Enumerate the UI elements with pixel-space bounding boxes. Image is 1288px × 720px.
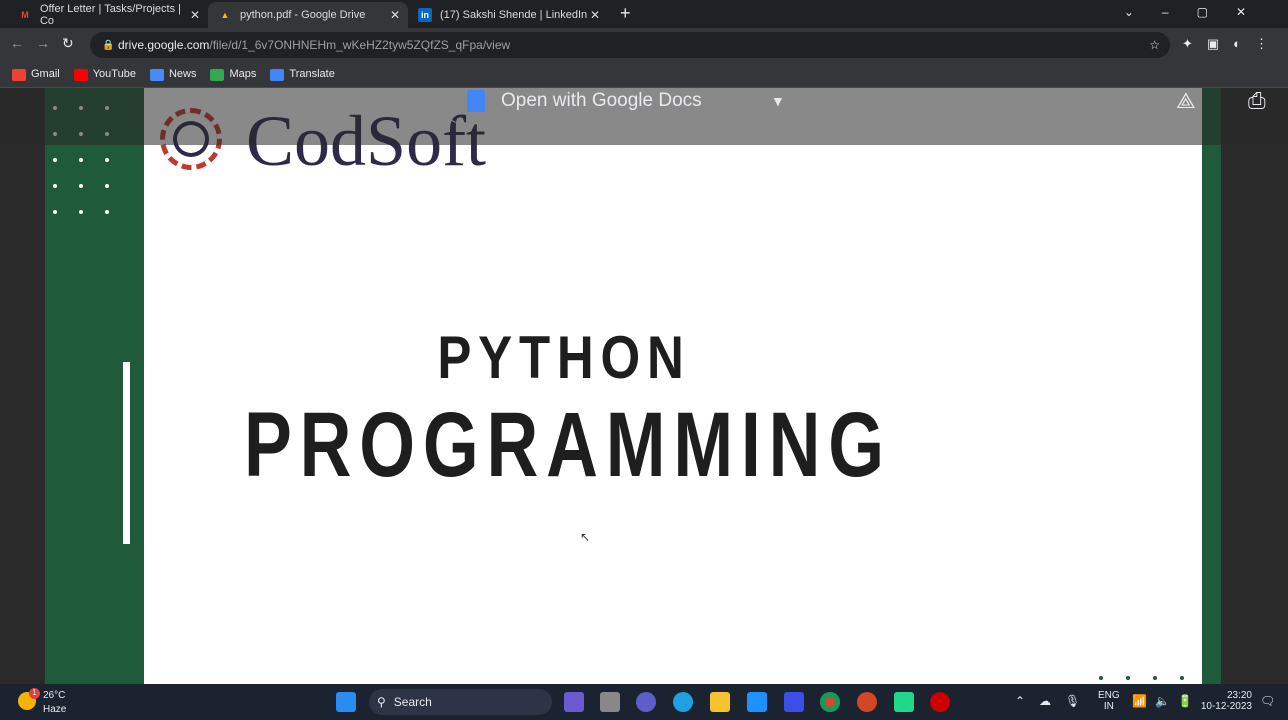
url-host: drive.google.com xyxy=(118,38,210,52)
viewer-toolbar: Open with Google Docs ▼ ⟁ ⎙ xyxy=(0,88,1288,145)
clock[interactable]: 23:20 10-12-2023 xyxy=(1200,690,1252,712)
pdf-viewer: CodSoft PYTHON PROGRAMMING Open with Goo… xyxy=(0,88,1288,684)
search-icon: ⚲ xyxy=(377,695,386,709)
task-view-icon[interactable] xyxy=(600,692,620,712)
address-bar-row: ←→↻ 🔒 drive.google.com/file/d/1_6v7ONHNEH… xyxy=(0,28,1288,62)
tab-drive[interactable]: ▲ python.pdf - Google Drive ✕ xyxy=(208,2,408,28)
weather-badge: 1 xyxy=(29,688,40,699)
window-controls[interactable]: ⌄–▢✕ xyxy=(1124,5,1274,19)
url-path: /file/d/1_6v7ONHNEHm_wKeHZ2tyw5ZQfZS_qFp… xyxy=(209,38,511,52)
tray-icons[interactable]: ⌃☁🎙 xyxy=(1015,694,1094,708)
linkedin-icon: in xyxy=(418,8,432,22)
open-with-label: Open with Google Docs xyxy=(501,90,702,111)
powerpoint-icon[interactable] xyxy=(857,692,877,712)
tab-label: python.pdf - Google Drive xyxy=(240,9,366,21)
file-explorer-icon[interactable] xyxy=(710,692,730,712)
bookmark-maps[interactable]: Maps xyxy=(210,68,256,81)
bookmark-gmail[interactable]: Gmail xyxy=(12,68,60,81)
taskbar: 1 26°C Haze ⚲ Search ⌃☁🎙 ENG IN 📶🔈🔋 23:20 1… xyxy=(0,684,1288,720)
recorder-icon[interactable] xyxy=(930,692,950,712)
tab-label: Offer Letter | Tasks/Projects | Co xyxy=(39,3,182,27)
pycharm-icon[interactable] xyxy=(894,692,914,712)
start-icon[interactable] xyxy=(336,692,356,712)
docs-icon xyxy=(467,90,485,112)
close-icon[interactable]: ✕ xyxy=(190,8,200,22)
lock-icon: 🔒 xyxy=(102,39,115,51)
bookmark-youtube[interactable]: YouTube xyxy=(73,68,136,81)
print-icon[interactable]: ⎙ xyxy=(1248,88,1266,114)
gmail-icon: M xyxy=(21,10,29,20)
tab-label: (17) Sakshi Shende | LinkedIn xyxy=(440,9,588,21)
tab-bar: M Offer Letter | Tasks/Projects | Co ✕ ▲ py… xyxy=(0,0,1288,28)
extensions-icon[interactable]: ✦▣◐⋮ xyxy=(1182,36,1282,52)
pdf-page: CodSoft PYTHON PROGRAMMING xyxy=(144,88,1202,684)
drive-icon: ▲ xyxy=(220,10,230,20)
weather-text: Haze xyxy=(43,704,67,715)
search-box[interactable]: ⚲ Search xyxy=(369,689,552,715)
white-bar xyxy=(123,362,130,544)
nav-buttons[interactable]: ←→↻ xyxy=(10,35,86,52)
chevron-down-icon[interactable]: ▼ xyxy=(771,93,785,109)
url-input[interactable]: 🔒 drive.google.com/file/d/1_6v7ONHNEHm_wK… xyxy=(90,32,1170,58)
bookmark-news[interactable]: News xyxy=(149,68,196,81)
tab-gmail[interactable]: M Offer Letter | Tasks/Projects | Co ✕ xyxy=(8,2,208,28)
cursor: ↖ xyxy=(580,530,591,544)
star-icon[interactable]: ☆ xyxy=(1149,38,1160,52)
network-volume-icons[interactable]: 📶🔈🔋 xyxy=(1132,694,1201,708)
close-icon[interactable]: ✕ xyxy=(390,8,400,22)
bookmarks-bar: Gmail YouTube News Maps Translate xyxy=(0,62,1288,88)
language-indicator[interactable]: ENG IN xyxy=(1098,690,1120,712)
mail-icon[interactable] xyxy=(747,692,767,712)
app-icon[interactable] xyxy=(784,692,804,712)
add-to-drive-icon[interactable]: ⟁ xyxy=(1176,88,1196,114)
title-line2: PROGRAMMING xyxy=(244,394,892,496)
new-tab-button[interactable]: + xyxy=(620,3,631,24)
teams-icon[interactable] xyxy=(636,692,656,712)
edge-icon[interactable] xyxy=(673,692,693,712)
tab-linkedin[interactable]: in (17) Sakshi Shende | LinkedIn ✕ xyxy=(408,2,608,28)
chrome-icon[interactable] xyxy=(820,692,840,712)
open-with-docs-button[interactable]: Open with Google Docs ▼ xyxy=(440,88,808,125)
copilot-icon[interactable] xyxy=(564,692,584,712)
bookmark-translate[interactable]: Translate xyxy=(270,68,335,81)
close-icon[interactable]: ✕ xyxy=(590,8,600,22)
temperature[interactable]: 26°C xyxy=(43,690,65,701)
notification-icon[interactable]: 🗨 xyxy=(1260,694,1275,708)
title-line1: PYTHON xyxy=(437,324,691,391)
